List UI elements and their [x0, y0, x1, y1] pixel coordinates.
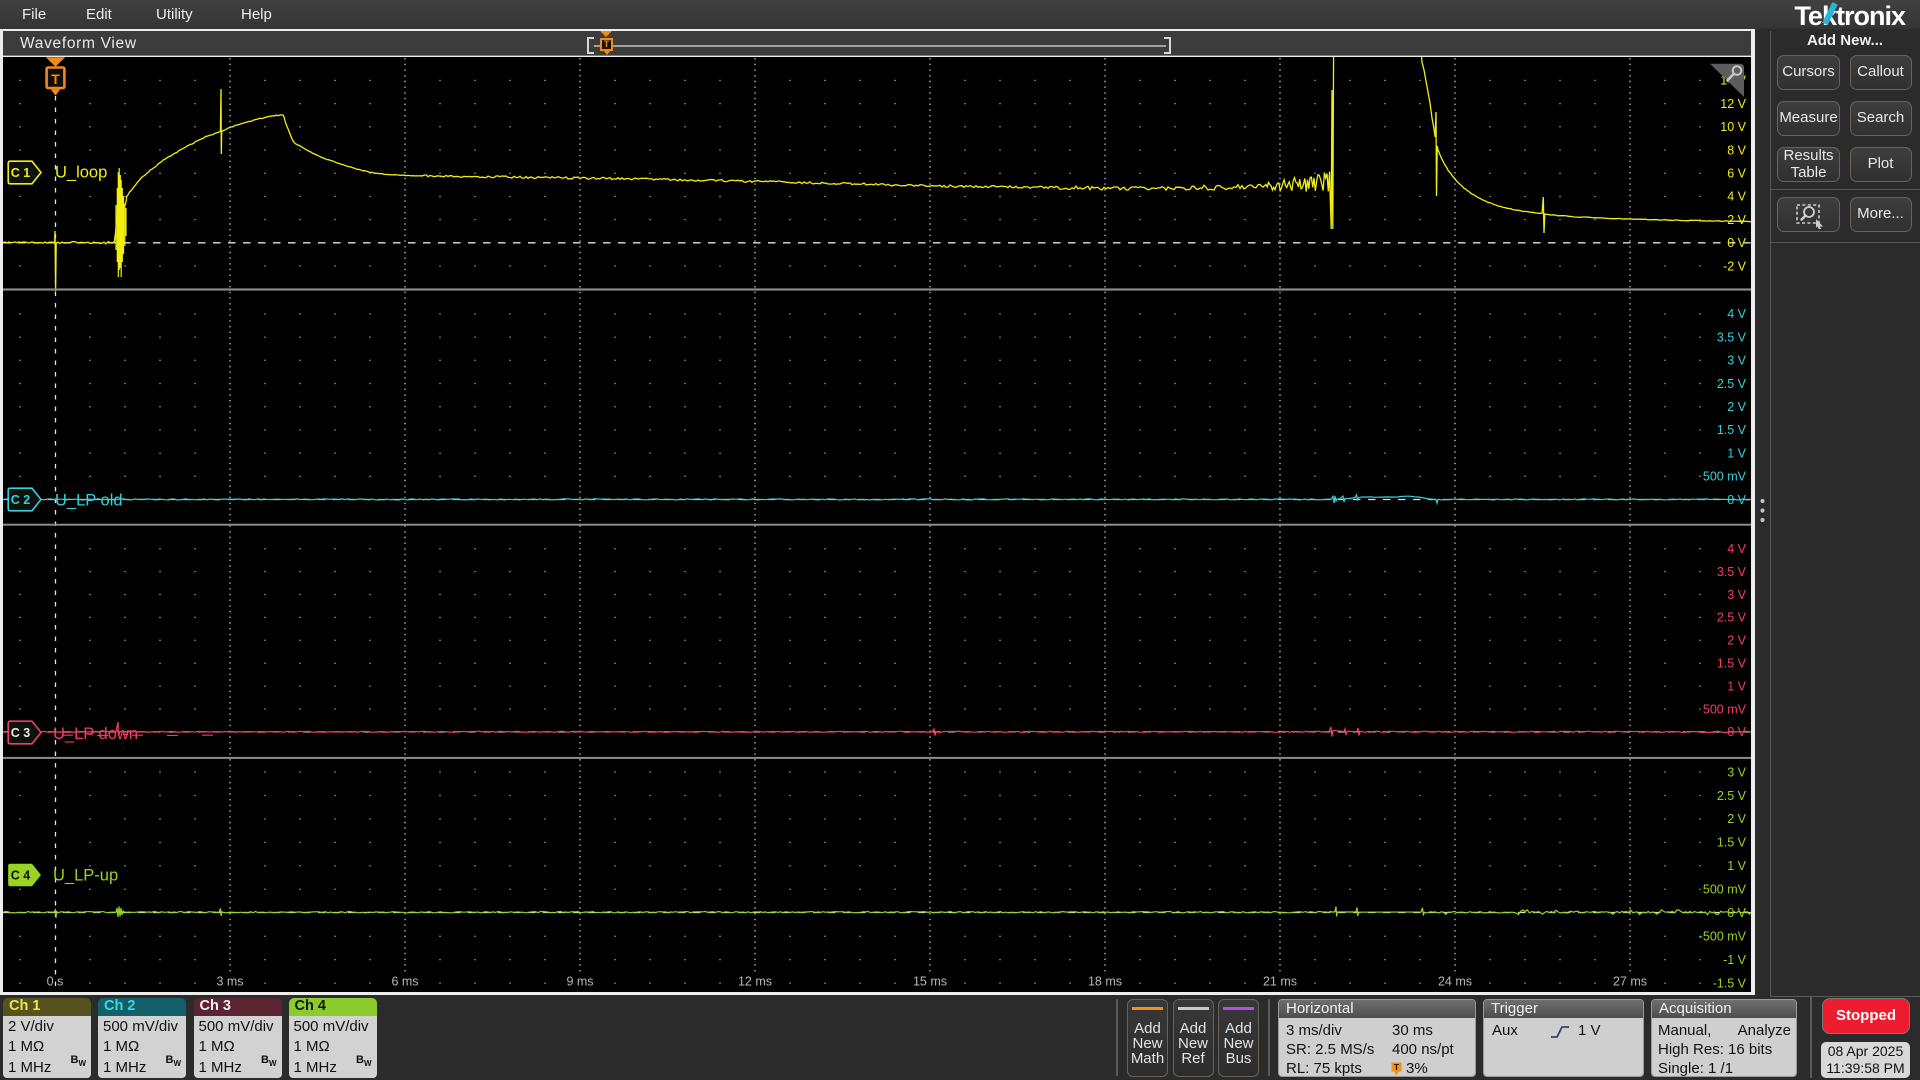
- svg-text:18 ms: 18 ms: [1088, 975, 1122, 989]
- svg-text:24 ms: 24 ms: [1438, 975, 1472, 989]
- svg-text:2.5 V: 2.5 V: [1717, 611, 1747, 625]
- svg-text:2 V: 2 V: [1727, 812, 1746, 826]
- svg-text:U_loop: U_loop: [55, 164, 107, 182]
- svg-text:T: T: [51, 71, 60, 87]
- svg-text:T: T: [1394, 1062, 1400, 1072]
- svg-text:3 V: 3 V: [1727, 354, 1746, 368]
- svg-text:C 1: C 1: [11, 166, 31, 180]
- svg-text:U_LP down: U_LP down: [53, 725, 138, 743]
- svg-text:2 V: 2 V: [1727, 400, 1746, 414]
- svg-text:15 ms: 15 ms: [913, 975, 947, 989]
- svg-text:12 V: 12 V: [1720, 97, 1746, 111]
- svg-text:3.5 V: 3.5 V: [1717, 330, 1747, 344]
- svg-text:3 V: 3 V: [1727, 765, 1746, 779]
- svg-text:2 V: 2 V: [1727, 634, 1746, 648]
- svg-text:21 ms: 21 ms: [1263, 975, 1297, 989]
- svg-text:4 V: 4 V: [1727, 542, 1746, 556]
- svg-text:C 3: C 3: [11, 726, 31, 740]
- svg-text:-500 mV: -500 mV: [1699, 930, 1747, 944]
- svg-text:3.5 V: 3.5 V: [1717, 565, 1747, 579]
- svg-text:10 V: 10 V: [1720, 120, 1746, 134]
- svg-text:-1.5 V: -1.5 V: [1713, 976, 1747, 990]
- svg-text:1.5 V: 1.5 V: [1717, 657, 1747, 671]
- svg-text:8 V: 8 V: [1727, 143, 1746, 157]
- svg-text:2 V: 2 V: [1727, 213, 1746, 227]
- svg-text:500 mV: 500 mV: [1703, 470, 1747, 484]
- svg-text:C 4: C 4: [11, 869, 31, 883]
- svg-text:500 mV: 500 mV: [1703, 702, 1747, 716]
- svg-text:0 V: 0 V: [1727, 725, 1746, 739]
- svg-text:U_LP-up: U_LP-up: [53, 867, 118, 885]
- svg-text:9 ms: 9 ms: [566, 975, 593, 989]
- svg-text:4 V: 4 V: [1727, 190, 1746, 204]
- svg-text:0 V: 0 V: [1727, 236, 1746, 250]
- svg-text:3 ms: 3 ms: [216, 975, 243, 989]
- svg-text:500 mV: 500 mV: [1703, 883, 1747, 897]
- svg-text:0 s: 0 s: [47, 975, 64, 989]
- svg-text:0 V: 0 V: [1727, 906, 1746, 920]
- svg-text:U_LP old: U_LP old: [55, 492, 123, 510]
- svg-text:6 V: 6 V: [1727, 167, 1746, 181]
- svg-text:1 V: 1 V: [1727, 446, 1746, 460]
- svg-text:2.5 V: 2.5 V: [1717, 377, 1747, 391]
- svg-text:1.5 V: 1.5 V: [1717, 836, 1747, 850]
- svg-text:2.5 V: 2.5 V: [1717, 789, 1747, 803]
- svg-text:1 V: 1 V: [1727, 679, 1746, 693]
- svg-text:6 ms: 6 ms: [391, 975, 418, 989]
- svg-text:4 V: 4 V: [1727, 307, 1746, 321]
- svg-text:1.5 V: 1.5 V: [1717, 423, 1747, 437]
- svg-text:-1 V: -1 V: [1723, 953, 1747, 967]
- svg-text:C 2: C 2: [11, 493, 31, 507]
- svg-text:0 V: 0 V: [1727, 493, 1746, 507]
- svg-text:27 ms: 27 ms: [1613, 975, 1647, 989]
- svg-text:3 V: 3 V: [1727, 588, 1746, 602]
- svg-text:1 V: 1 V: [1727, 859, 1746, 873]
- svg-text:12 ms: 12 ms: [738, 975, 772, 989]
- svg-text:-2 V: -2 V: [1723, 259, 1747, 273]
